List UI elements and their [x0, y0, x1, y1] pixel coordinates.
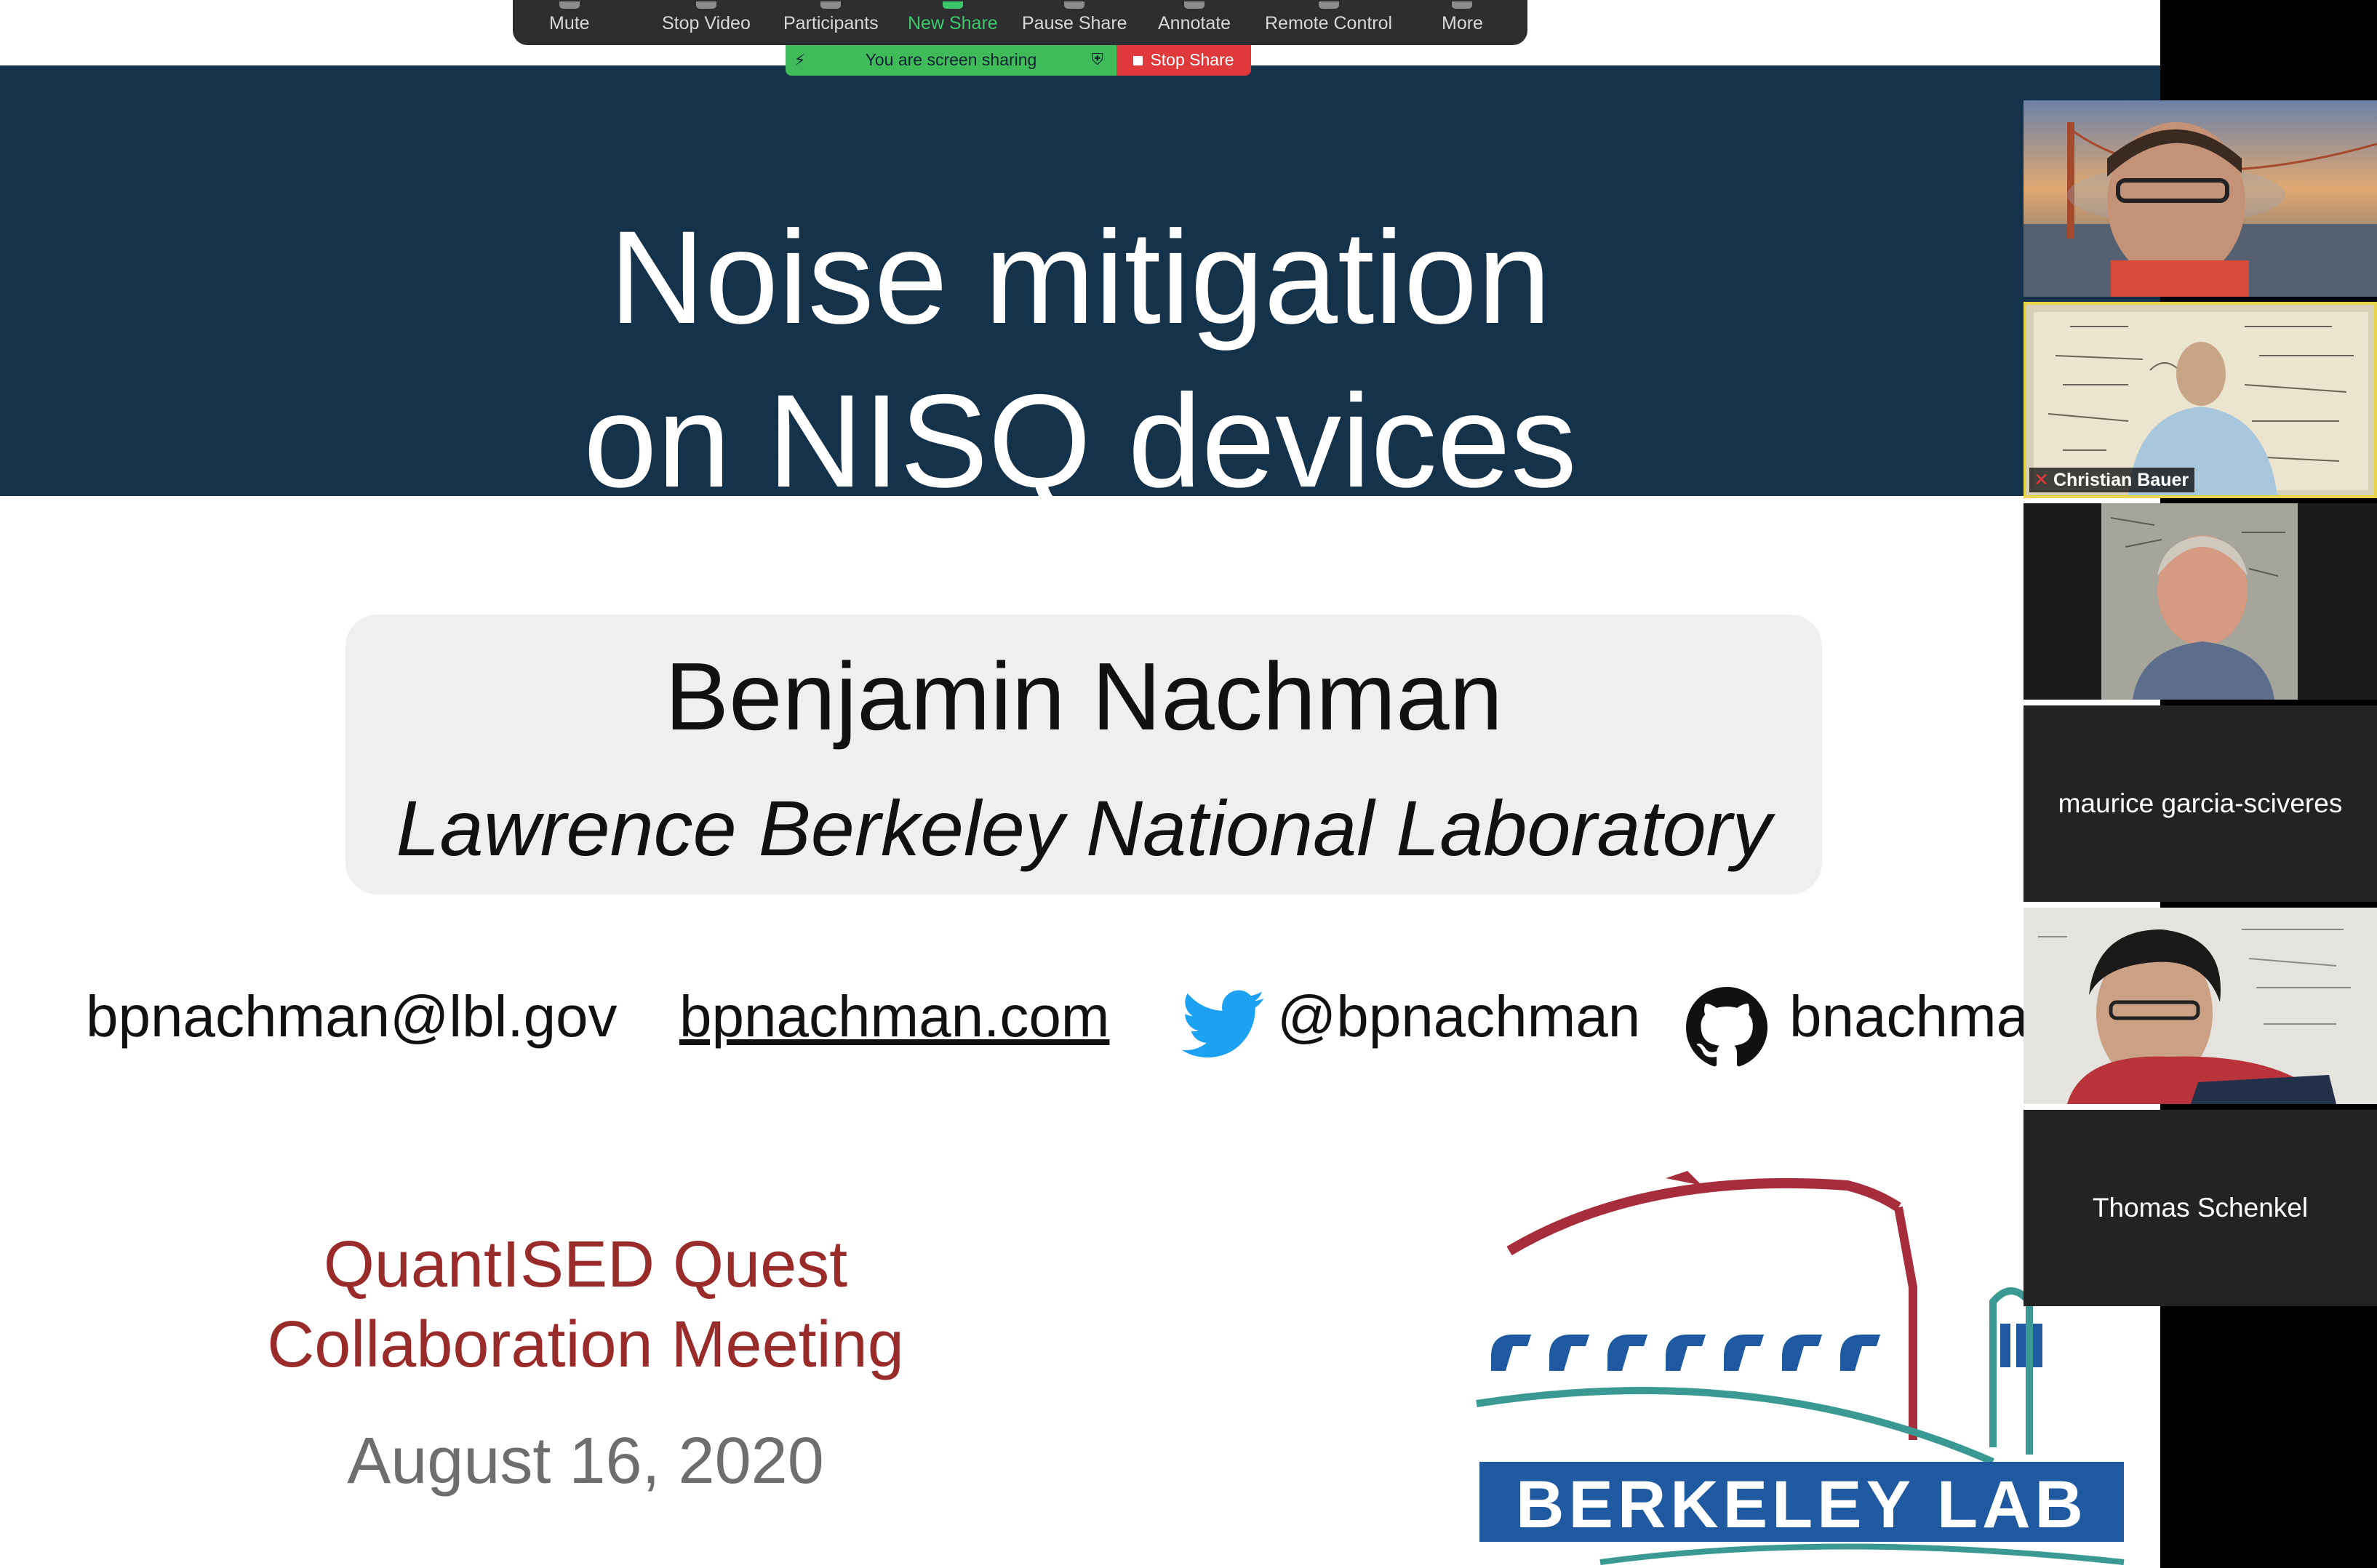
annotate-pen-icon	[1184, 1, 1205, 9]
slide-title-line-1: Noise mitigation	[609, 203, 1551, 351]
participant-video-tile[interactable]	[2024, 908, 2377, 1104]
stop-icon	[1133, 56, 1143, 66]
mute-button[interactable]: Mute	[549, 1, 590, 34]
stop-video-button[interactable]: Stop Video	[662, 1, 751, 34]
author-affiliation: Lawrence Berkeley National Laboratory	[396, 784, 1772, 872]
contact-github: bnachma	[1789, 984, 2029, 1049]
title-band: Noise mitigation on NISQ devices	[0, 65, 2160, 507]
stop-share-button[interactable]: Stop Share	[1116, 45, 1251, 76]
participant-name-tag: ✕ Christian Bauer	[2029, 468, 2195, 492]
shield-icon: ⛨	[1091, 50, 1103, 68]
microphone-icon	[559, 1, 580, 9]
new-share-button[interactable]: New Share	[908, 1, 998, 34]
author-box: Benjamin Nachman Lawrence Berkeley Natio…	[345, 615, 1822, 895]
video-feed	[2026, 305, 2374, 495]
participant-video-panel: ✕ Christian Bauer maurice garcia-sciveres	[2024, 100, 2377, 1308]
meeting-title-line-2: Collaboration Meeting	[267, 1308, 904, 1381]
annotate-button[interactable]: Annotate	[1158, 1, 1231, 34]
remote-control-button[interactable]: Remote Control	[1265, 1, 1392, 34]
contact-twitter: @bpnachman	[1277, 984, 1641, 1049]
pause-share-button[interactable]: Pause Share	[1022, 1, 1127, 34]
sharing-status: ⚡ You are screen sharing ⛨	[786, 45, 1116, 76]
participant-name: Thomas Schenkel	[2092, 1193, 2309, 1223]
video-feed	[2024, 503, 2377, 700]
more-button[interactable]: More	[1442, 1, 1483, 34]
logo-text: BERKELEY LAB	[1516, 1468, 2088, 1542]
participant-tile-no-video[interactable]: Thomas Schenkel	[2024, 1110, 2377, 1306]
more-dots-icon	[1452, 1, 1473, 9]
participant-video-tile[interactable]	[2024, 503, 2377, 700]
remote-control-icon	[1318, 1, 1339, 9]
video-feed	[2024, 908, 2377, 1104]
sharing-status-label: You are screen sharing	[865, 50, 1037, 69]
participant-video-tile[interactable]	[2024, 100, 2377, 297]
contact-email: bpnachman@lbl.gov	[86, 984, 618, 1049]
author-name: Benjamin Nachman	[665, 643, 1503, 750]
meeting-title-line-1: QuantISED Quest	[323, 1228, 848, 1301]
participant-name: maurice garcia-sciveres	[2058, 788, 2343, 818]
participants-icon	[820, 1, 842, 9]
zoom-toolbar: Mute Stop Video Participants New Share P…	[513, 0, 1527, 45]
participant-video-tile-active-speaker[interactable]: ✕ Christian Bauer	[2024, 302, 2377, 498]
video-camera-icon	[695, 1, 716, 9]
contact-website-link[interactable]: bpnachman.com	[679, 982, 1109, 1052]
participants-button[interactable]: Participants	[783, 1, 879, 34]
slide-title-line-2: on NISQ devices	[583, 367, 1577, 515]
video-feed	[2024, 100, 2377, 297]
participant-tile-no-video[interactable]: maurice garcia-sciveres	[2024, 705, 2377, 902]
github-icon	[1686, 987, 1767, 1067]
pause-icon	[1064, 1, 1085, 9]
share-screen-icon	[942, 1, 963, 9]
twitter-icon	[1182, 990, 1265, 1058]
screen-sharing-banner: ⚡ You are screen sharing ⛨ Stop Share	[786, 45, 1251, 76]
muted-mic-icon: ✕	[2034, 470, 2049, 490]
shared-slide: Noise mitigation on NISQ devices Benjami…	[0, 0, 2160, 1568]
meeting-date: August 16, 2020	[347, 1425, 824, 1497]
